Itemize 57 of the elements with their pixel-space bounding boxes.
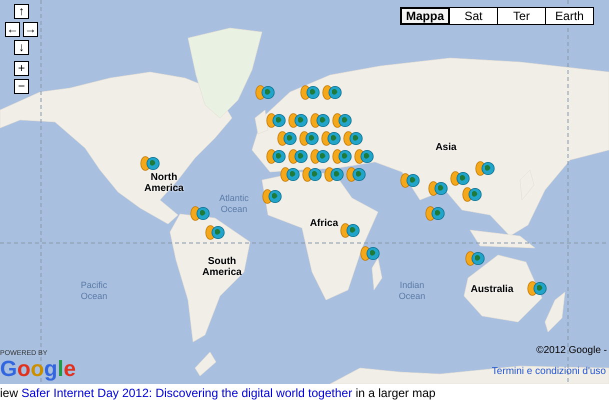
globe-marker-icon[interactable] <box>310 148 330 165</box>
island-shape <box>470 230 536 248</box>
globe-marker-icon[interactable] <box>302 166 322 183</box>
continent-label: Africa <box>308 218 340 229</box>
globe-marker-icon[interactable] <box>266 112 286 129</box>
globe-marker-icon[interactable] <box>400 172 420 189</box>
ocean-label: Indian Ocean <box>398 280 426 302</box>
globe-marker-icon[interactable] <box>450 170 470 187</box>
globe-marker-icon[interactable] <box>321 130 341 147</box>
globe-marker-icon[interactable] <box>332 148 352 165</box>
pan-down-button[interactable]: ↓ <box>14 40 29 55</box>
globe-marker-icon[interactable] <box>190 205 210 222</box>
globe-marker-icon[interactable] <box>332 112 352 129</box>
pan-right-button[interactable]: → <box>23 22 38 37</box>
globe-marker-icon[interactable] <box>354 148 374 165</box>
globe-marker-icon[interactable] <box>360 245 380 262</box>
globe-marker-icon[interactable] <box>322 84 342 101</box>
globe-marker-icon[interactable] <box>324 166 344 183</box>
globe-marker-icon[interactable] <box>288 148 308 165</box>
ocean-label: Atlantic Ocean <box>218 193 250 215</box>
pan-up-button[interactable]: ↑ <box>14 4 29 19</box>
terms-link[interactable]: Termini e condizioni d'uso <box>492 364 606 379</box>
globe-marker-icon[interactable] <box>465 250 485 267</box>
globe-marker-icon[interactable] <box>300 84 320 101</box>
globe-marker-icon[interactable] <box>262 188 282 205</box>
globe-marker-icon[interactable] <box>280 166 300 183</box>
globe-marker-icon[interactable] <box>527 280 547 297</box>
globe-marker-icon[interactable] <box>288 112 308 129</box>
island-shape <box>194 352 216 376</box>
copyright-text: ©2012 Google - <box>536 344 607 358</box>
map-type-tab[interactable]: Mappa <box>401 8 449 24</box>
globe-marker-icon[interactable] <box>255 84 275 101</box>
zoom-out-button[interactable]: − <box>14 79 29 94</box>
globe-marker-icon[interactable] <box>343 130 363 147</box>
pan-left-button[interactable]: ← <box>5 22 20 37</box>
larger-map-link[interactable]: Safer Internet Day 2012: Discovering the digital world together <box>21 386 352 400</box>
continent-label: South America <box>201 256 243 278</box>
globe-marker-icon[interactable] <box>340 222 360 239</box>
globe-marker-icon[interactable] <box>475 160 495 177</box>
island-shape <box>372 258 382 290</box>
continent-label: Asia <box>434 142 458 153</box>
zoom-in-button[interactable]: + <box>14 61 29 76</box>
globe-marker-icon[interactable] <box>140 155 160 172</box>
globe-marker-icon[interactable] <box>277 130 297 147</box>
island-shape <box>544 292 566 332</box>
globe-marker-icon[interactable] <box>425 205 445 222</box>
map-caption: iew Safer Internet Day 2012: Discovering the digital world together in a larger map <box>0 385 437 401</box>
globe-marker-icon[interactable] <box>299 130 319 147</box>
globe-marker-icon[interactable] <box>462 186 482 203</box>
globe-marker-icon[interactable] <box>310 112 330 129</box>
continent-label: North America <box>143 172 185 194</box>
globe-marker-icon[interactable] <box>428 180 448 197</box>
globe-marker-icon[interactable] <box>205 224 225 241</box>
ocean-label: Pacific Ocean <box>80 280 108 302</box>
globe-marker-icon[interactable] <box>266 148 286 165</box>
continent-label: Australia <box>470 284 514 295</box>
globe-marker-icon[interactable] <box>346 166 366 183</box>
